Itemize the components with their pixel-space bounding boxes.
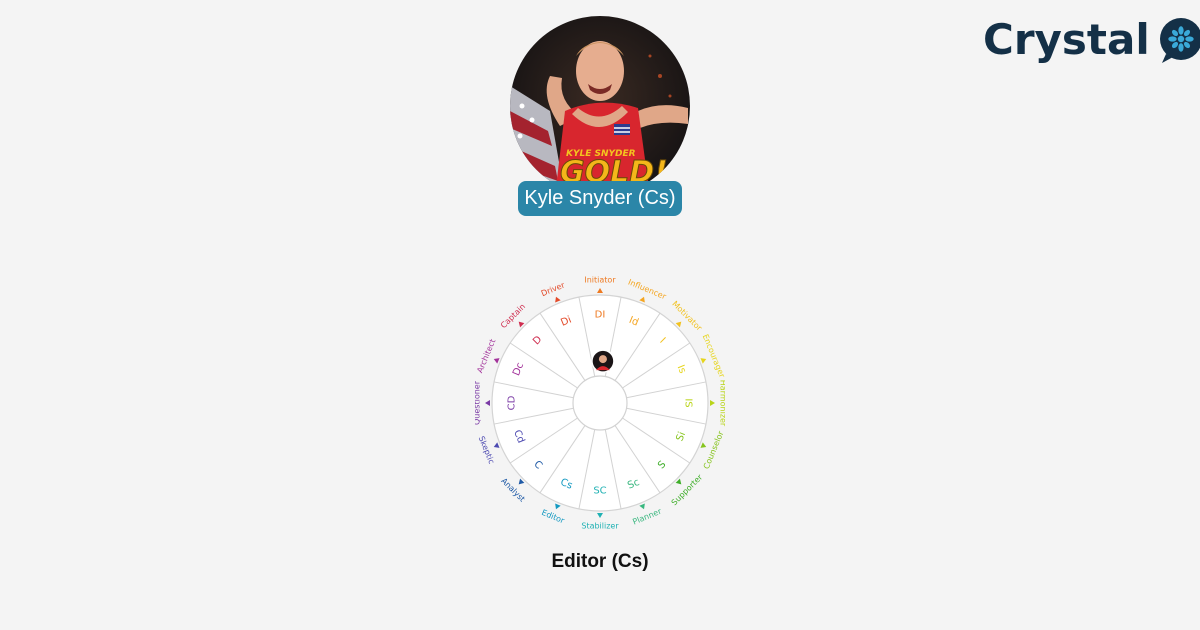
wheel-segment-marker xyxy=(555,503,561,510)
disc-personality-wheel: DIInitiatorIdInfluencerIMotivatorIs Encou… xyxy=(475,276,726,531)
wheel-inner-ring xyxy=(572,375,628,431)
personality-type-label: Editor (Cs) xyxy=(551,551,649,572)
wheel-segment-marker xyxy=(493,358,500,364)
wheel-segment-marker xyxy=(555,296,561,303)
wheel-segment-marker xyxy=(485,400,490,406)
wheel-segment-marker xyxy=(700,358,707,364)
wheel-segment-name: Questioner xyxy=(475,380,482,425)
wheel-segment-name: Analyst xyxy=(499,476,526,503)
brand-name: Crystal xyxy=(983,15,1150,64)
profile-name-badge: Kyle Snyder (Cs) xyxy=(518,181,682,216)
wheel-segment-marker xyxy=(493,442,500,448)
crystal-flower-icon xyxy=(1159,18,1200,63)
wheel-segment-marker xyxy=(518,478,525,485)
wheel-segment-marker xyxy=(675,321,682,328)
wheel-segment-name: Encourager xyxy=(701,333,725,380)
profile-photo: KYLE SNYDER GOLD! xyxy=(510,16,690,196)
wheel-segment-code: IS xyxy=(683,398,694,407)
wheel-segment-name: Influencer xyxy=(627,278,668,302)
wheel-segment-code: CD xyxy=(507,395,518,410)
wheel-segment-marker xyxy=(518,321,525,328)
wheel-segment-marker xyxy=(597,288,603,293)
wheel-segment-marker xyxy=(597,513,603,518)
wheel-segment-name: Stabilizer xyxy=(581,522,619,531)
wheel-segment-code: SC xyxy=(593,486,606,497)
wheel-segment-name: Captain xyxy=(499,302,527,330)
wheel-segment-name: Skeptic xyxy=(477,435,496,465)
wheel-segment-marker xyxy=(675,478,682,485)
profile-position-marker xyxy=(591,349,615,373)
wheel-segment-name: Driver xyxy=(540,280,567,298)
wheel-segment-marker xyxy=(710,400,715,406)
wheel-segment-name: Counselor xyxy=(702,429,725,470)
wheel-segment-code: DI xyxy=(595,310,606,321)
wheel-segment-marker xyxy=(639,503,645,510)
wheel-segment-name: Planner xyxy=(631,506,663,526)
wheel-segment-name: Architect xyxy=(475,338,497,375)
wheel-segment-name: Editor xyxy=(540,508,566,526)
wheel-segment-name: Initiator xyxy=(584,276,616,285)
crystal-logo[interactable]: Crystal xyxy=(983,14,1200,66)
wheel-segment-name: Harmonizer xyxy=(719,380,726,427)
wheel-segment-marker xyxy=(639,296,645,303)
wheel-segment-marker xyxy=(700,442,707,448)
